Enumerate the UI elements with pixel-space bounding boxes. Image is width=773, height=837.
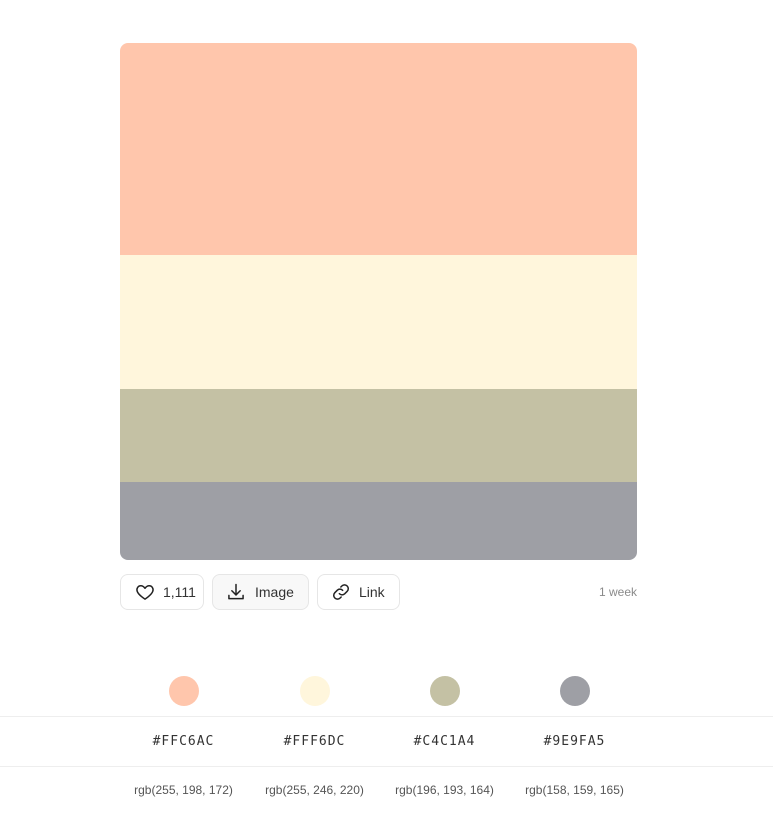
- color-hex[interactable]: #C4C1A4: [379, 734, 510, 749]
- heart-icon: [135, 582, 155, 602]
- like-button[interactable]: 1,111: [120, 574, 204, 610]
- color-rgb[interactable]: rgb(196, 193, 164): [379, 783, 510, 797]
- palette-swatch[interactable]: [120, 255, 637, 389]
- copy-link-label: Link: [359, 584, 385, 600]
- download-icon: [226, 582, 246, 602]
- download-image-label: Image: [255, 584, 294, 600]
- color-dot[interactable]: [429, 676, 460, 706]
- color-hex[interactable]: #FFF6DC: [249, 734, 380, 749]
- color-hex[interactable]: #FFC6AC: [118, 734, 249, 749]
- download-image-button[interactable]: Image: [212, 574, 309, 610]
- like-count: 1,111: [163, 584, 196, 600]
- palette-swatch[interactable]: [120, 43, 637, 255]
- copy-link-button[interactable]: Link: [317, 574, 400, 610]
- color-hex[interactable]: #9E9FA5: [509, 734, 640, 749]
- link-icon: [331, 582, 351, 602]
- palette-swatch[interactable]: [120, 482, 637, 560]
- color-column: #FFF6DC rgb(255, 246, 220): [249, 675, 380, 797]
- palette-page: 1,111 Image Link 1 week #FFC6AC rgb(255,…: [0, 0, 773, 837]
- palette-swatch[interactable]: [120, 389, 637, 482]
- divider: [0, 766, 773, 767]
- color-rgb[interactable]: rgb(255, 246, 220): [249, 783, 380, 797]
- divider: [0, 716, 773, 717]
- palette-actions: 1,111 Image Link 1 week: [120, 574, 637, 612]
- posted-time: 1 week: [598, 585, 637, 599]
- color-column: #C4C1A4 rgb(196, 193, 164): [379, 675, 510, 797]
- color-rgb[interactable]: rgb(255, 198, 172): [118, 783, 249, 797]
- color-column: #FFC6AC rgb(255, 198, 172): [118, 675, 249, 797]
- color-dot[interactable]: [299, 676, 330, 706]
- color-rgb[interactable]: rgb(158, 159, 165): [509, 783, 640, 797]
- color-column: #9E9FA5 rgb(158, 159, 165): [509, 675, 640, 797]
- palette-preview[interactable]: [120, 43, 637, 560]
- color-dot[interactable]: [559, 676, 590, 706]
- color-dot[interactable]: [168, 676, 199, 706]
